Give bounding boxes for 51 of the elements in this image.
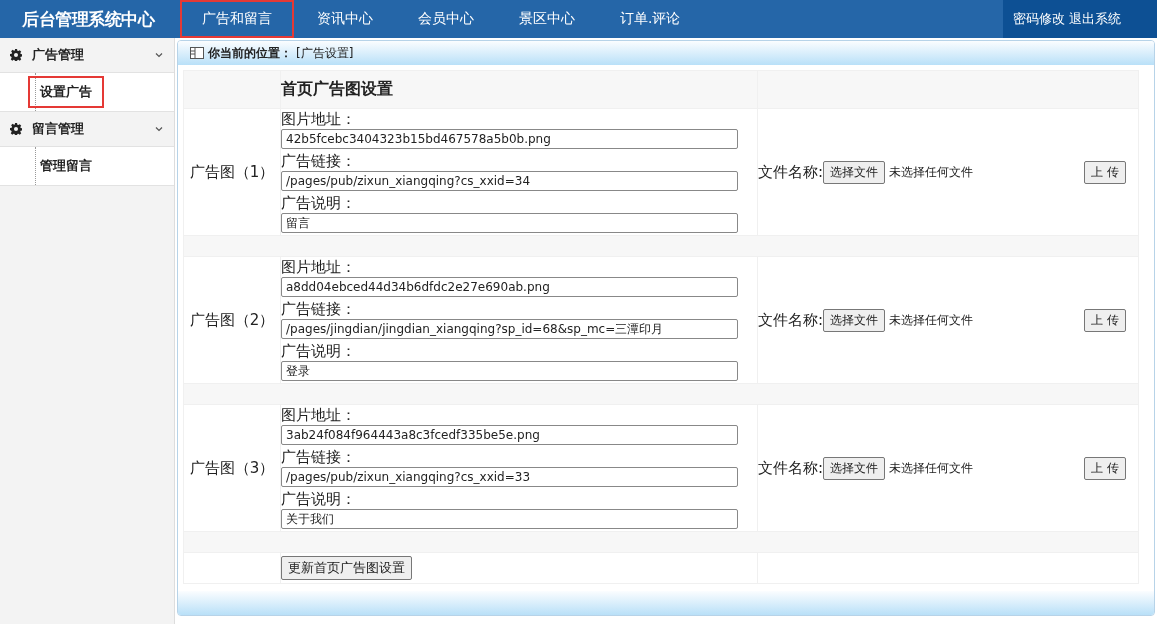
site-title: 后台管理系统中心 xyxy=(21,7,156,31)
table-icon xyxy=(190,47,204,59)
file-label: 文件名称: xyxy=(758,162,824,182)
field-label: 图片地址： xyxy=(281,257,357,277)
field-label: 广告说明： xyxy=(281,341,357,361)
form-title: 首页广告图设置 xyxy=(281,79,393,98)
file-label: 文件名称: xyxy=(758,458,824,478)
field-label: 广告链接： xyxy=(281,299,357,319)
breadcrumb-label: 你当前的位置： xyxy=(208,44,292,62)
choose-file-button[interactable]: 选择文件 xyxy=(823,456,886,480)
input-field[interactable]: 留言 xyxy=(281,213,738,233)
upload-button[interactable]: 上 传 xyxy=(1084,160,1126,184)
choose-file-button[interactable]: 选择文件 xyxy=(823,160,886,184)
field-label: 广告链接： xyxy=(281,447,357,467)
nav-tab[interactable]: 订单.评论 xyxy=(598,0,703,38)
input-field[interactable]: 3ab24f084f964443a8c3fcedf335be5e.png xyxy=(281,425,738,445)
input-field[interactable]: 42b5fcebc3404323b15bd467578a5b0b.png xyxy=(281,129,738,149)
input-field[interactable]: /pages/pub/zixun_xiangqing?cs_xxid=34 xyxy=(281,171,738,191)
nav-tab[interactable]: 广告和留言 xyxy=(180,0,294,38)
sidebar-item[interactable]: 设置广告 xyxy=(28,76,104,108)
header-link[interactable]: 密码修改 xyxy=(1013,10,1065,28)
input-field[interactable]: /pages/pub/zixun_xiangqing?cs_xxid=33 xyxy=(281,467,738,487)
ad-label: 广告图（2） xyxy=(189,310,275,329)
submit-button[interactable]: 更新首页广告图设置 xyxy=(281,556,412,580)
upload-button[interactable]: 上 传 xyxy=(1084,308,1126,332)
ad-label: 广告图（1） xyxy=(189,162,275,181)
gear-icon xyxy=(10,49,22,61)
input-field[interactable]: 关于我们 xyxy=(281,509,738,529)
field-label: 广告说明： xyxy=(281,193,357,213)
upload-button[interactable]: 上 传 xyxy=(1084,456,1126,480)
choose-file-button[interactable]: 选择文件 xyxy=(823,308,886,332)
file-status: 未选择任何文件 xyxy=(889,459,975,477)
nav-tab[interactable]: 景区中心 xyxy=(497,0,597,38)
ad-label: 广告图（3） xyxy=(189,458,275,477)
nav-tab[interactable]: 资讯中心 xyxy=(295,0,395,38)
field-label: 广告说明： xyxy=(281,489,357,509)
input-field[interactable]: /pages/jingdian/jingdian_xiangqing?sp_id=68&sp_mc=三潭印月 xyxy=(281,319,738,339)
field-label: 图片地址： xyxy=(281,405,357,425)
input-field[interactable]: 登录 xyxy=(281,361,738,381)
file-label: 文件名称: xyxy=(758,310,824,330)
chevron-icon xyxy=(154,124,164,134)
gear-icon xyxy=(10,123,22,135)
input-field[interactable]: a8dd04ebced44d34b6dfdc2e27e690ab.png xyxy=(281,277,738,297)
file-status: 未选择任何文件 xyxy=(889,163,975,181)
header-link[interactable]: 退出系统 xyxy=(1069,10,1121,28)
breadcrumb-value: [广告设置] xyxy=(296,44,354,62)
field-label: 图片地址： xyxy=(281,109,357,129)
chevron-icon xyxy=(154,50,164,60)
file-status: 未选择任何文件 xyxy=(889,311,975,329)
nav-tab[interactable]: 会员中心 xyxy=(396,0,496,38)
field-label: 广告链接： xyxy=(281,151,357,171)
